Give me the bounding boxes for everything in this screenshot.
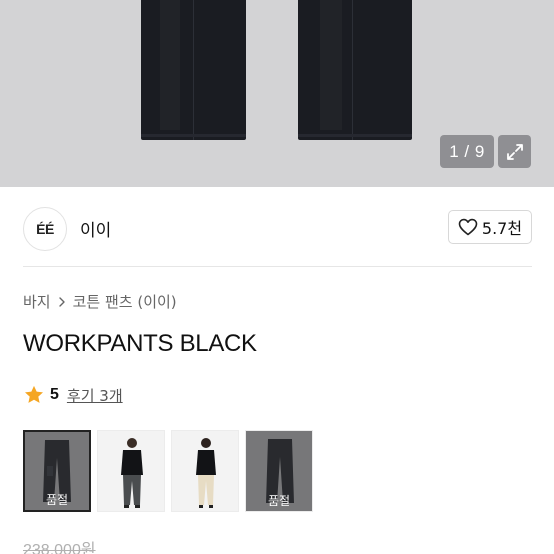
chevron-right-icon [58,296,65,307]
hem-line [141,134,246,137]
like-button[interactable]: 5.7천 [448,210,532,244]
fabric-highlight [160,0,180,130]
thumbnail-option[interactable]: 품절 [23,430,91,512]
option-thumbnails: 품절 품절 [23,430,313,512]
original-price: 238,000원 [23,542,96,554]
rating-summary: 5 후기 3개 [23,384,123,406]
heart-outline-icon [458,218,478,236]
pants-right-leg [298,0,412,140]
thumbnail-option[interactable] [97,430,165,512]
breadcrumb-item-category[interactable]: 바지 [23,291,51,312]
thumbnail-option[interactable]: 품절 [245,430,313,512]
sold-out-label: 품절 [45,492,69,507]
seam-line [193,0,194,140]
fabric-highlight [320,0,342,130]
hem-line [298,134,412,137]
sold-out-label: 품절 [267,493,291,508]
thumbnail-option[interactable] [171,430,239,512]
expand-icon [506,143,523,160]
rating-value: 5 [50,386,59,403]
star-icon [25,385,43,403]
product-image[interactable]: 1 / 9 [0,0,554,187]
expand-button[interactable] [498,135,531,168]
like-count: 5.7천 [481,219,523,238]
brand-row: ÉÉ 이이 5.7천 [0,187,554,267]
image-counter: 1 / 9 [440,135,494,168]
breadcrumb: 바지 코튼 팬츠 (이이) [23,291,177,312]
divider [23,266,532,267]
brand-logo[interactable]: ÉÉ [23,207,67,251]
breadcrumb-item-subcategory[interactable]: 코튼 팬츠 (이이) [73,291,177,312]
model-thumbnail-image [121,438,143,508]
product-title: WORKPANTS BLACK [23,330,257,357]
model-thumbnail-image [196,438,216,508]
review-link[interactable]: 후기 3개 [67,385,123,406]
seam-line [352,0,353,140]
brand-name[interactable]: 이이 [80,216,111,241]
brand-logo-text: ÉÉ [36,221,54,237]
